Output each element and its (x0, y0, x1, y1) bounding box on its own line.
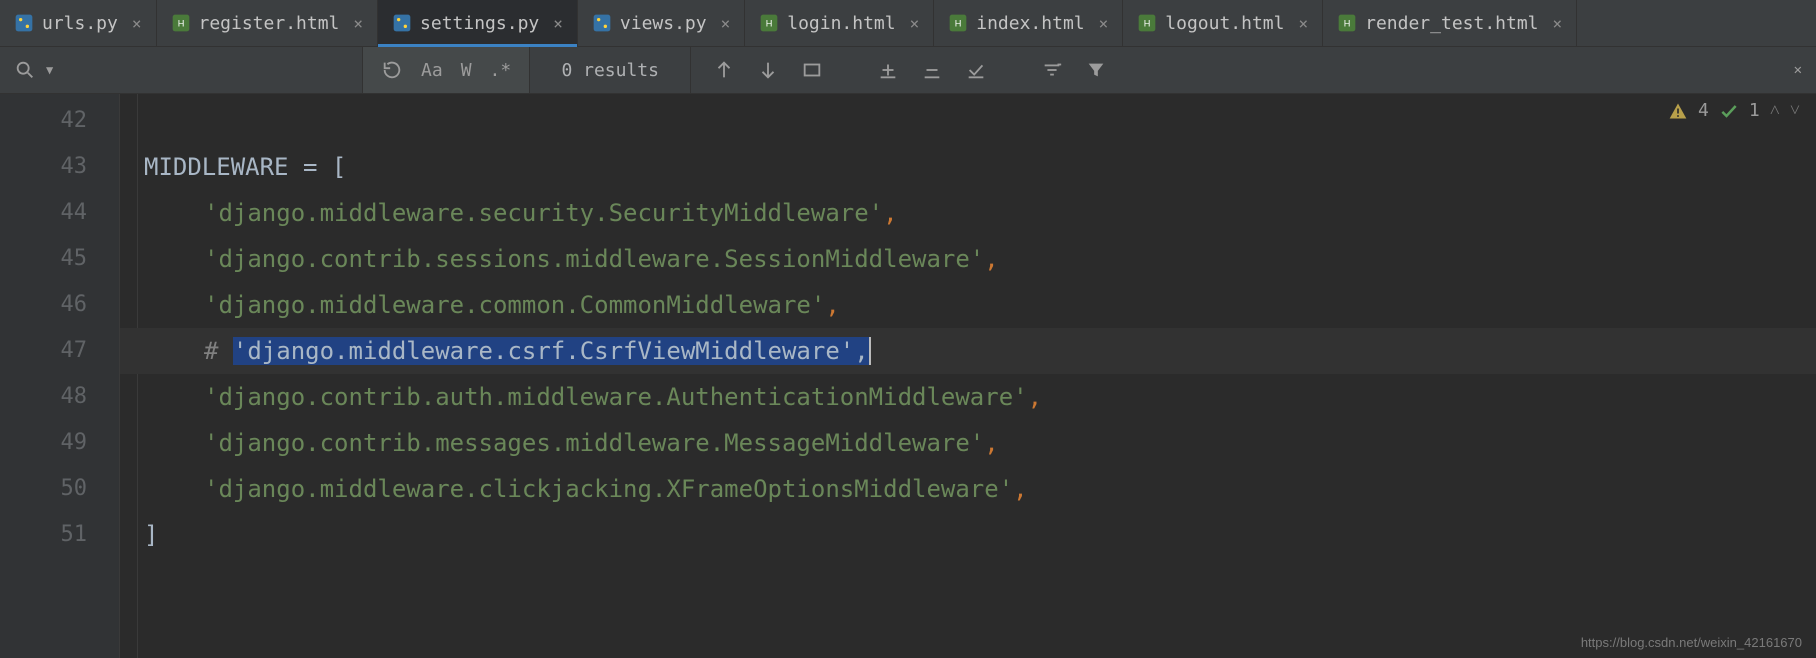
python-file-icon (14, 13, 34, 33)
tab-label: logout.html (1165, 13, 1284, 34)
line-number: 49 (0, 420, 119, 466)
svg-text:H: H (1144, 18, 1151, 28)
tab-label: settings.py (420, 13, 539, 34)
code-line[interactable]: ] (120, 512, 1816, 558)
ok-count: 1 (1749, 100, 1760, 121)
close-tab-icon[interactable]: × (1099, 14, 1109, 33)
match-case-toggle[interactable]: Aa (421, 60, 443, 81)
line-number: 44 (0, 190, 119, 236)
warning-icon (1668, 101, 1688, 121)
next-match-icon[interactable] (757, 59, 779, 81)
tab-label: urls.py (42, 13, 118, 34)
inspections-widget[interactable]: 4 1 ˄ ˅ (1668, 100, 1800, 121)
close-tab-icon[interactable]: × (721, 14, 731, 33)
svg-text:H: H (177, 18, 184, 28)
code-line[interactable]: 'django.contrib.auth.middleware.Authenti… (120, 374, 1816, 420)
svg-text:H: H (766, 18, 773, 28)
select-all-occurrences-icon[interactable] (965, 59, 987, 81)
code-line[interactable]: 'django.contrib.sessions.middleware.Sess… (120, 236, 1816, 282)
search-icon[interactable] (14, 59, 36, 81)
tab-register-html[interactable]: Hregister.html × (157, 0, 379, 46)
tab-logout-html[interactable]: Hlogout.html × (1123, 0, 1323, 46)
search-results-count: 0 results (530, 47, 691, 93)
warning-count: 4 (1698, 100, 1709, 121)
prev-match-icon[interactable] (713, 59, 735, 81)
python-file-icon (592, 13, 612, 33)
svg-text:H: H (1344, 18, 1351, 28)
line-number: 43 (0, 144, 119, 190)
remove-selection-icon[interactable] (921, 59, 943, 81)
line-number: 45 (0, 236, 119, 282)
tab-index-html[interactable]: Hindex.html × (934, 0, 1123, 46)
tab-settings-py[interactable]: settings.py × (378, 0, 578, 46)
line-number-gutter: 42434445464748495051 (0, 94, 120, 658)
line-number: 46 (0, 282, 119, 328)
whole-word-toggle[interactable]: W (461, 60, 472, 81)
add-selection-icon[interactable] (877, 59, 899, 81)
close-tab-icon[interactable]: × (1553, 14, 1563, 33)
line-number: 48 (0, 374, 119, 420)
code-area[interactable]: MIDDLEWARE = ['django.middleware.securit… (120, 94, 1816, 658)
show-filter-icon[interactable] (1041, 59, 1063, 81)
line-number: 47 (0, 328, 119, 374)
history-icon[interactable] (381, 59, 403, 81)
close-tab-icon[interactable]: × (353, 14, 363, 33)
html-file-icon: H (171, 13, 191, 33)
close-tab-icon[interactable]: × (132, 14, 142, 33)
html-file-icon: H (759, 13, 779, 33)
tab-login-html[interactable]: Hlogin.html × (745, 0, 934, 46)
filter-icon[interactable] (1085, 59, 1107, 81)
tab-label: index.html (976, 13, 1084, 34)
editor-tab-bar: urls.py×Hregister.html×settings.py×views… (0, 0, 1816, 47)
html-file-icon: H (948, 13, 968, 33)
tab-label: views.py (620, 13, 707, 34)
code-line[interactable]: MIDDLEWARE = [ (120, 144, 1816, 190)
watermark: https://blog.csdn.net/weixin_42161670 (1581, 635, 1802, 650)
svg-text:H: H (955, 18, 962, 28)
tab-label: login.html (787, 13, 895, 34)
code-line[interactable]: 'django.middleware.common.CommonMiddlewa… (120, 282, 1816, 328)
tab-label: render_test.html (1365, 13, 1538, 34)
code-line[interactable]: 'django.middleware.clickjacking.XFrameOp… (120, 466, 1816, 512)
find-toolbar: ▼ Aa W .* 0 results (0, 47, 1816, 94)
tab-urls-py[interactable]: urls.py × (0, 0, 157, 46)
line-number: 51 (0, 512, 119, 558)
close-tab-icon[interactable]: × (553, 14, 563, 33)
code-line[interactable]: # 'django.middleware.csrf.CsrfViewMiddle… (120, 328, 1816, 374)
search-dropdown-icon[interactable]: ▼ (46, 63, 53, 77)
code-editor[interactable]: 42434445464748495051 MIDDLEWARE = ['djan… (0, 94, 1816, 658)
code-line[interactable] (120, 98, 1816, 144)
python-file-icon (392, 13, 412, 33)
ok-check-icon (1719, 101, 1739, 121)
code-line[interactable]: 'django.middleware.security.SecurityMidd… (120, 190, 1816, 236)
line-number: 42 (0, 98, 119, 144)
html-file-icon: H (1137, 13, 1157, 33)
inspections-down-icon[interactable]: ˅ (1790, 100, 1800, 121)
code-line[interactable]: 'django.contrib.messages.middleware.Mess… (120, 420, 1816, 466)
select-all-icon[interactable] (801, 59, 823, 81)
regex-toggle[interactable]: .* (490, 60, 512, 81)
ide-window: urls.py×Hregister.html×settings.py×views… (0, 0, 1816, 658)
close-search-icon[interactable]: ✕ (1794, 62, 1802, 78)
tab-label: register.html (199, 13, 340, 34)
html-file-icon: H (1337, 13, 1357, 33)
inspections-up-icon[interactable]: ˄ (1770, 100, 1780, 121)
tab-views-py[interactable]: views.py × (578, 0, 745, 46)
close-tab-icon[interactable]: × (910, 14, 920, 33)
close-tab-icon[interactable]: × (1298, 14, 1308, 33)
line-number: 50 (0, 466, 119, 512)
tab-render_test-html[interactable]: Hrender_test.html × (1323, 0, 1577, 46)
